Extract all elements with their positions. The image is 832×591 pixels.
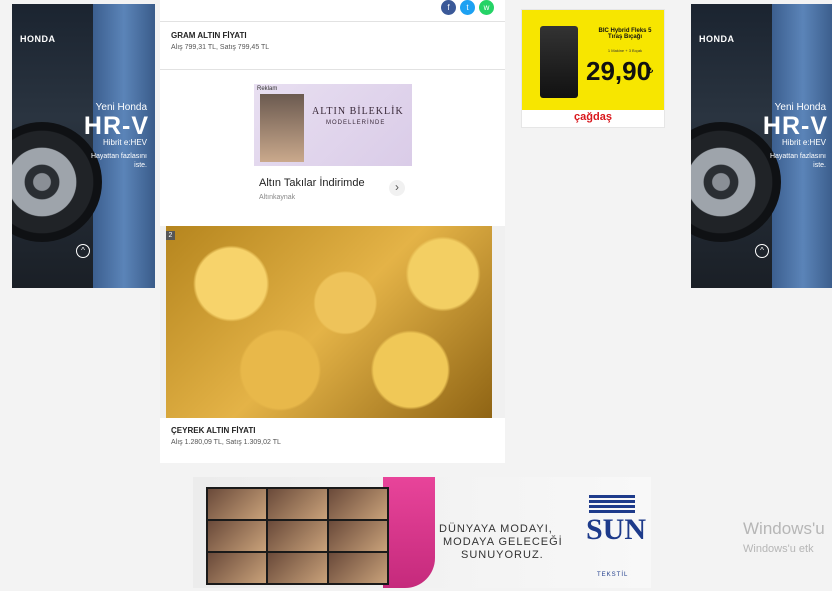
product-note: 1 Makine + 3 Bıçak bbox=[607, 48, 643, 53]
ad-model-name: HR-V bbox=[762, 112, 828, 140]
video-tile bbox=[208, 553, 267, 583]
pink-shape bbox=[383, 477, 435, 588]
chevron-up-icon[interactable]: ^ bbox=[76, 244, 90, 258]
sun-tekstil-ad[interactable]: DÜNYAYA MODAYI, MODAYA GELECEĞİ SUNUYORU… bbox=[193, 477, 651, 588]
ad-tagline: Hayattan fazlasını iste. bbox=[90, 153, 147, 169]
chevron-right-icon[interactable]: › bbox=[389, 180, 405, 196]
ceyrek-gold-title: ÇEYREK ALTIN FİYATI bbox=[171, 426, 256, 435]
ad-hybrid: Hibrit e:HEV bbox=[102, 138, 147, 147]
honda-logo: HONDA bbox=[699, 34, 735, 44]
chevron-up-icon[interactable]: ^ bbox=[755, 244, 769, 258]
gram-gold-price: Alış 799,31 TL, Satış 799,45 TL bbox=[171, 44, 270, 51]
honda-ad-right[interactable]: HONDA Yeni Honda HR-V Hibrit e:HEV Hayat… bbox=[691, 4, 832, 288]
video-tile bbox=[328, 553, 387, 583]
video-tile bbox=[268, 521, 327, 551]
cagdas-ad[interactable]: BIC Hybrid Fleks 5 Tıraş Bıçağı 1 Makine… bbox=[521, 9, 665, 128]
product-price: 29,90 bbox=[586, 56, 652, 86]
divider bbox=[160, 69, 505, 70]
sun-logo-rays bbox=[589, 495, 635, 515]
honda-ad-left[interactable]: HONDA Yeni Honda HR-V Hibrit e:HEV Hayat… bbox=[12, 4, 155, 288]
video-tile bbox=[208, 521, 267, 551]
windows-activation-title: Windows'u bbox=[743, 519, 825, 538]
ad-source: Altınkaynak bbox=[259, 194, 296, 201]
product-name: BIC Hybrid Fleks 5 Tıraş Bıçağı bbox=[598, 28, 652, 40]
ad-model-name: HR-V bbox=[83, 112, 149, 140]
ad-slogan-line3: SUNUYORUZ. bbox=[461, 549, 544, 561]
ad-slogan-line1: DÜNYAYA MODAYI, bbox=[439, 523, 553, 535]
facebook-icon[interactable]: f bbox=[441, 0, 456, 15]
windows-activation-text: Windows'u etk bbox=[743, 543, 814, 555]
video-tile bbox=[328, 489, 387, 519]
ad-tagline: Hayattan fazlasını iste. bbox=[769, 153, 826, 169]
jewelry-ad[interactable]: Reklam ALTIN BİLEKLİK MODELLERİNDE Altın… bbox=[254, 84, 412, 215]
ceyrek-gold-price: Alış 1.280,09 TL, Satış 1.309,02 TL bbox=[171, 439, 281, 446]
ad-hybrid: Hibrit e:HEV bbox=[781, 138, 826, 147]
video-tile bbox=[268, 553, 327, 583]
whatsapp-icon[interactable]: w bbox=[479, 0, 494, 15]
image-index-badge: 2 bbox=[166, 231, 175, 240]
sun-logo: SUN bbox=[586, 513, 647, 546]
gram-gold-title: GRAM ALTIN FİYATI bbox=[171, 31, 247, 40]
ad-caption-area bbox=[254, 166, 412, 215]
video-tile bbox=[268, 489, 327, 519]
video-tile bbox=[328, 521, 387, 551]
ad-subheadline: MODELLERİNDE bbox=[326, 120, 386, 126]
ad-sponsor-label: Reklam bbox=[257, 86, 278, 92]
ad-model-photo bbox=[260, 94, 304, 162]
currency-symbol: ₺ bbox=[648, 66, 654, 75]
ad-title: Altın Takılar İndirimde bbox=[259, 177, 365, 189]
ad-slogan-line2: MODAYA GELECEĞİ bbox=[443, 536, 563, 548]
honda-logo: HONDA bbox=[20, 34, 56, 44]
ad-headline: ALTIN BİLEKLİK bbox=[312, 106, 404, 117]
video-tile bbox=[208, 489, 267, 519]
sun-logo-sub: TEKSTİL bbox=[597, 572, 629, 578]
gold-coins-image bbox=[166, 226, 492, 418]
divider bbox=[160, 21, 505, 22]
razor-package bbox=[540, 26, 578, 98]
twitter-icon[interactable]: t bbox=[460, 0, 475, 15]
video-collage bbox=[206, 487, 389, 585]
cagdas-logo: çağdaş bbox=[574, 111, 612, 123]
